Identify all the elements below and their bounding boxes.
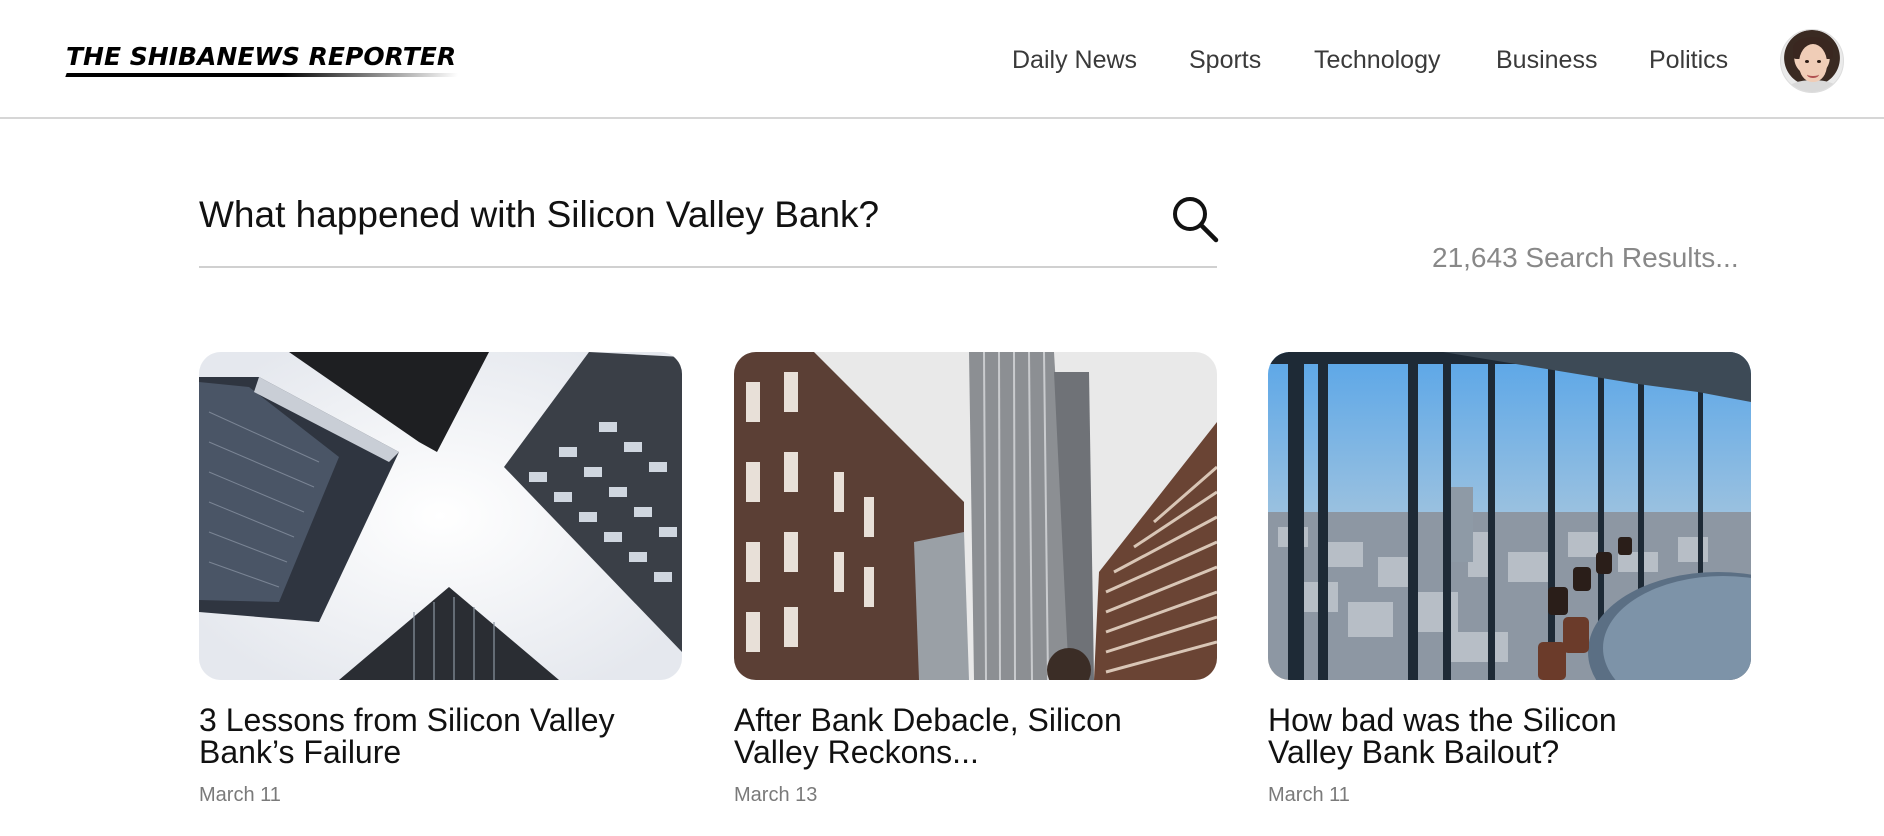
search-input[interactable] bbox=[199, 190, 1149, 240]
office-city-view-image bbox=[1268, 352, 1751, 680]
site-logo[interactable]: THE SHIBANEWS REPORTER bbox=[66, 42, 456, 71]
search-button[interactable] bbox=[1168, 192, 1222, 246]
article-title[interactable]: How bad was the Silicon Valley Bank Bail… bbox=[1268, 704, 1688, 768]
article-image[interactable] bbox=[199, 352, 682, 680]
nav-sports[interactable]: Sports bbox=[1189, 46, 1261, 75]
article-title[interactable]: After Bank Debacle, Silicon Valley Recko… bbox=[734, 704, 1154, 768]
nav-technology[interactable]: Technology bbox=[1314, 46, 1440, 75]
article-date: March 13 bbox=[734, 784, 818, 806]
skyscrapers-lookup-image bbox=[199, 352, 682, 680]
avatar-eye bbox=[1817, 60, 1821, 63]
article-date: March 11 bbox=[1268, 784, 1350, 806]
results-count: 21,643 Search Results... bbox=[1432, 242, 1739, 273]
article-title[interactable]: 3 Lessons from Silicon Valley Bank’s Fai… bbox=[199, 704, 619, 768]
city-street-buildings-image bbox=[734, 352, 1217, 680]
article-card[interactable]: How bad was the Silicon Valley Bank Bail… bbox=[1268, 352, 1751, 807]
nav-daily-news[interactable]: Daily News bbox=[1012, 46, 1137, 75]
article-date: March 11 bbox=[199, 784, 281, 806]
avatar-smile bbox=[1807, 71, 1819, 78]
article-image[interactable] bbox=[1268, 352, 1751, 680]
nav-business[interactable]: Business bbox=[1496, 46, 1597, 75]
avatar-eye bbox=[1805, 60, 1809, 63]
article-card[interactable]: After Bank Debacle, Silicon Valley Recko… bbox=[734, 352, 1217, 807]
logo-underline bbox=[65, 73, 459, 77]
article-image[interactable] bbox=[734, 352, 1217, 680]
user-avatar[interactable] bbox=[1780, 29, 1844, 93]
site-header: THE SHIBANEWS REPORTER Daily News Sports… bbox=[0, 0, 1884, 119]
search-underline bbox=[199, 266, 1217, 268]
article-card[interactable]: 3 Lessons from Silicon Valley Bank’s Fai… bbox=[199, 352, 682, 807]
nav-politics[interactable]: Politics bbox=[1649, 46, 1728, 75]
search-icon bbox=[1173, 197, 1219, 243]
